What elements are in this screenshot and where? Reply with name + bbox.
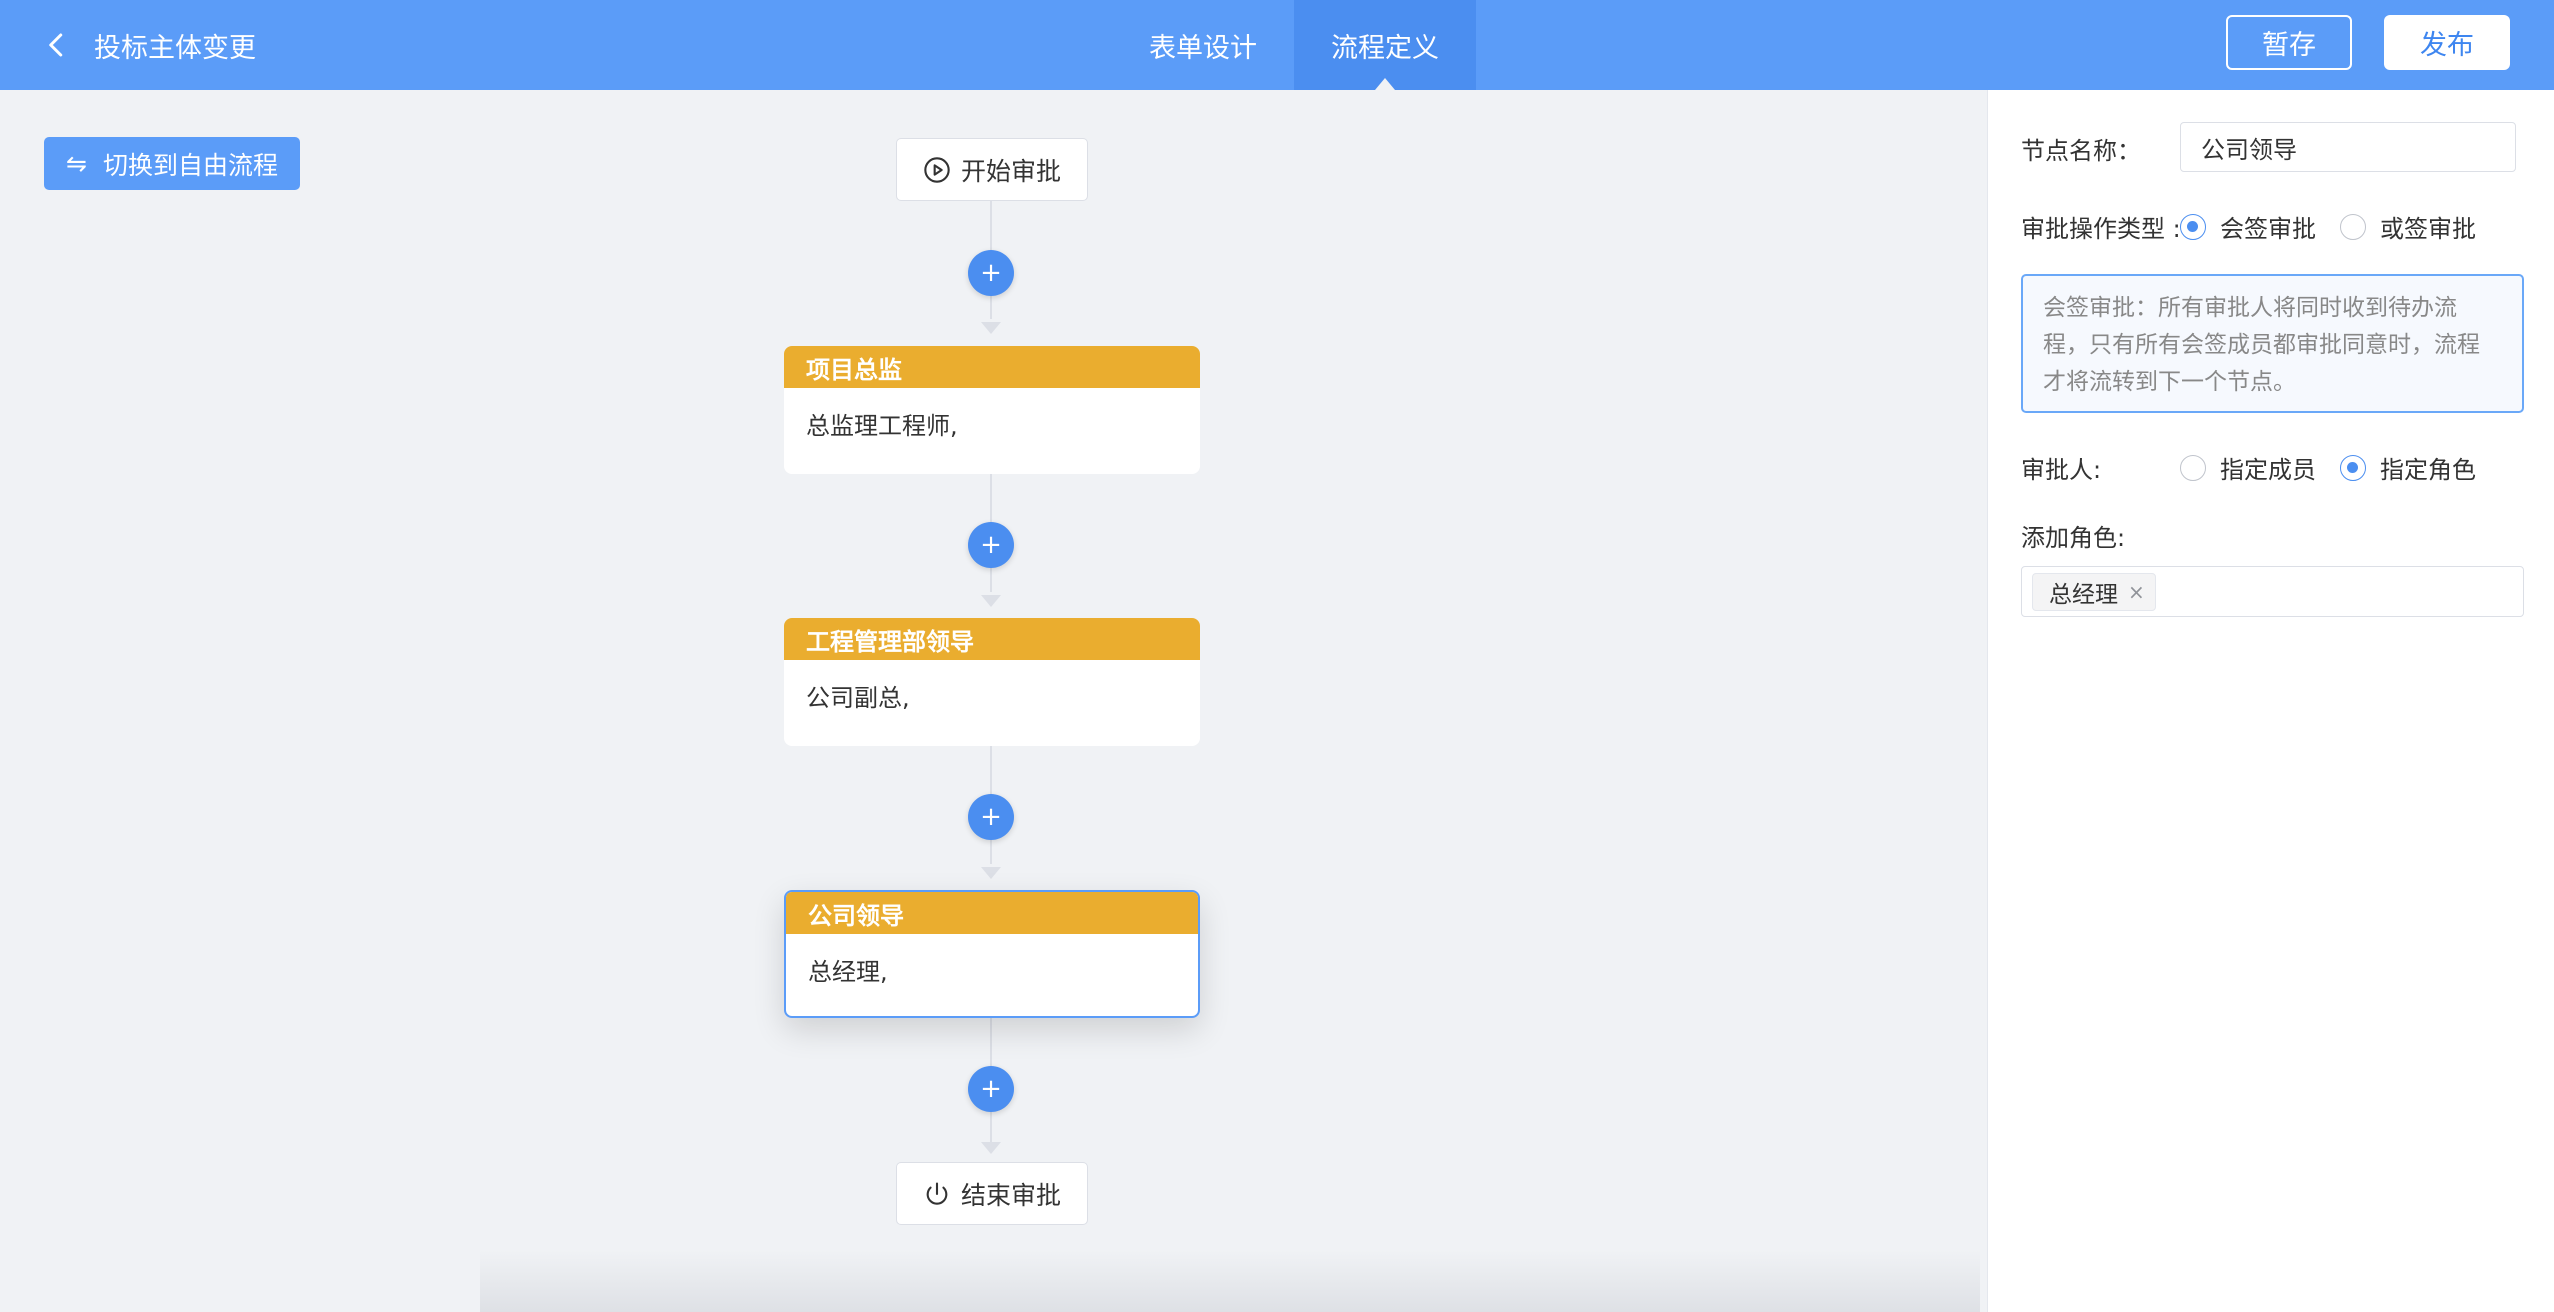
radio-dot [2180, 213, 2206, 240]
tab-form-design[interactable]: 表单设计 [1112, 0, 1294, 90]
node-title: 工程管理部领导 [784, 618, 1200, 660]
add-node-button[interactable]: + [968, 794, 1014, 840]
connector-arrow [981, 595, 1001, 607]
add-node-button[interactable]: + [968, 522, 1014, 568]
add-node-button[interactable]: + [968, 250, 1014, 296]
back-button[interactable]: 投标主体变更 [42, 0, 256, 90]
node-title: 项目总监 [784, 346, 1200, 388]
connector-arrow [981, 1142, 1001, 1154]
radio-or-sign[interactable]: 或签审批 [2340, 209, 2476, 244]
start-approval-node[interactable]: 开始审批 [896, 138, 1088, 201]
approval-node-selected[interactable]: 公司领导 总经理, [784, 890, 1200, 1018]
play-circle-icon [924, 156, 950, 183]
approver-label: 审批人: [2021, 456, 2102, 484]
publish-button[interactable]: 发布 [2384, 15, 2510, 70]
swap-arrows-icon: ⇋ [66, 149, 87, 178]
power-icon [926, 1181, 948, 1205]
approval-type-label: 审批操作类型 : [2021, 215, 2181, 243]
page-title: 投标主体变更 [94, 32, 256, 64]
role-tag: 总经理 × [2032, 572, 2156, 611]
radio-dot [2340, 213, 2366, 240]
radio-countersign[interactable]: 会签审批 [2180, 209, 2316, 244]
radio-specified-member[interactable]: 指定成员 [2180, 450, 2316, 485]
top-bar: 投标主体变更 表单设计 流程定义 暂存 发布 [0, 0, 2554, 90]
bottom-shadow [480, 1250, 1980, 1312]
add-role-label: 添加角色: [2021, 524, 2126, 552]
connector-arrow [981, 867, 1001, 879]
node-name-input[interactable]: 公司领导 [2180, 122, 2516, 172]
node-name-label: 节点名称： [2021, 137, 2141, 165]
radio-specified-role[interactable]: 指定角色 [2340, 450, 2476, 485]
start-approval-label: 开始审批 [960, 156, 1061, 186]
tab-bar: 表单设计 流程定义 [1112, 0, 1476, 90]
connector-arrow [981, 322, 1001, 334]
node-approvers: 总监理工程师, [806, 412, 958, 440]
tab-process-definition[interactable]: 流程定义 [1294, 0, 1476, 90]
switch-free-flow-label: 切换到自由流程 [102, 150, 278, 180]
radio-dot [2180, 454, 2206, 481]
node-approvers: 总经理, [808, 958, 888, 986]
node-approvers: 公司副总, [806, 684, 910, 712]
radio-specified-role-label: 指定角色 [2380, 456, 2476, 484]
radio-or-sign-label: 或签审批 [2380, 215, 2476, 243]
role-tag-label: 总经理 [2049, 581, 2118, 608]
close-icon[interactable]: × [2128, 580, 2145, 604]
approval-type-description: 会签审批：所有审批人将同时收到待办流程，只有所有会签成员都审批同意时，流程才将流… [2021, 274, 2524, 413]
radio-countersign-label: 会签审批 [2220, 215, 2316, 243]
switch-free-flow-button[interactable]: ⇋ 切换到自由流程 [44, 137, 300, 190]
radio-specified-member-label: 指定成员 [2220, 456, 2316, 484]
end-approval-label: 结束审批 [960, 1180, 1061, 1210]
radio-dot [2340, 454, 2366, 481]
save-draft-button[interactable]: 暂存 [2226, 15, 2352, 70]
add-node-button[interactable]: + [968, 1066, 1014, 1112]
node-title: 公司领导 [786, 892, 1198, 934]
chevron-left-icon [49, 33, 63, 57]
end-approval-node[interactable]: 结束审批 [896, 1162, 1088, 1225]
approval-node[interactable]: 工程管理部领导 公司副总, [784, 618, 1200, 746]
approval-node[interactable]: 项目总监 总监理工程师, [784, 346, 1200, 474]
role-select-input[interactable]: 总经理 × [2021, 566, 2524, 617]
